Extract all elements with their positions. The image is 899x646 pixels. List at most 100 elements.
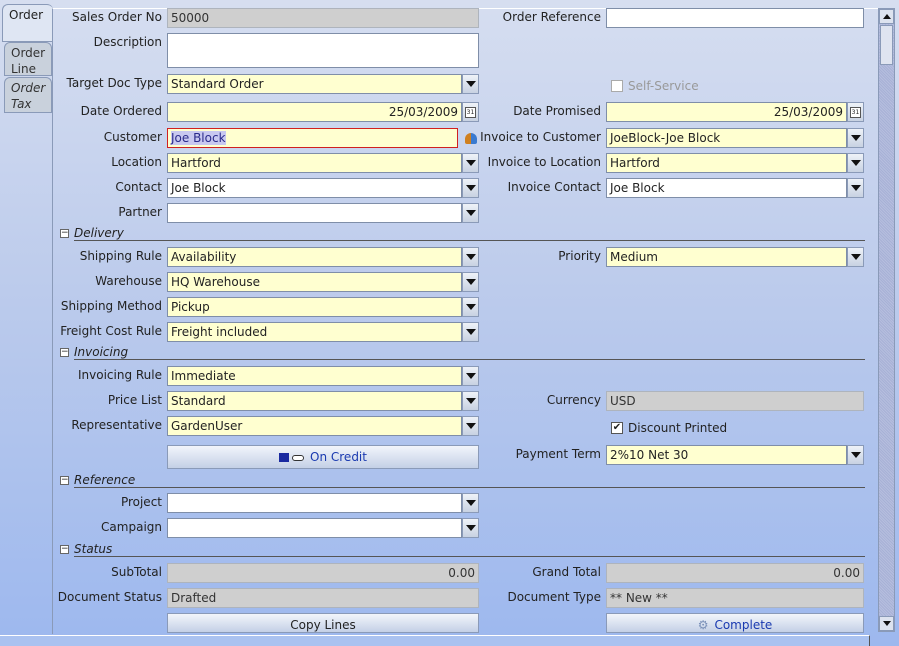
invoice-contact-label: Invoice Contact <box>507 180 601 194</box>
order-reference-label: Order Reference <box>502 10 601 24</box>
chevron-down-icon <box>850 185 861 191</box>
scroll-down-button[interactable] <box>879 616 894 631</box>
invoice-to-customer-combo[interactable]: JoeBlock-Joe Block <box>606 128 847 148</box>
grand-total-label: Grand Total <box>532 565 601 579</box>
description-label: Description <box>93 35 162 49</box>
chevron-down-icon <box>465 279 476 285</box>
scroll-thumb[interactable] <box>880 25 893 65</box>
invoice-to-location-combo[interactable]: Hartford <box>606 153 847 173</box>
date-promised-calendar-button[interactable]: 31 <box>847 102 864 122</box>
self-service-checkbox[interactable] <box>611 80 623 92</box>
date-ordered-calendar-button[interactable]: 31 <box>462 102 479 122</box>
chevron-down-icon <box>465 160 476 166</box>
customer-field[interactable]: Joe Block <box>167 128 458 148</box>
payment-term-dropdown-button[interactable] <box>847 445 864 465</box>
freight-cost-rule-label: Freight Cost Rule <box>60 324 162 338</box>
chevron-down-icon <box>465 373 476 379</box>
chevron-down-icon <box>465 500 476 506</box>
campaign-dropdown-button[interactable] <box>462 518 479 538</box>
document-type-field: ** New ** <box>606 588 864 608</box>
partner-label: Partner <box>118 205 162 219</box>
on-credit-button[interactable]: On Credit <box>167 445 479 469</box>
invoice-to-location-dropdown-button[interactable] <box>847 153 864 173</box>
invoice-contact-dropdown-button[interactable] <box>847 178 864 198</box>
collapse-icon[interactable]: − <box>60 348 69 357</box>
scroll-up-button[interactable] <box>879 9 894 24</box>
chevron-down-icon <box>465 304 476 310</box>
vertical-scrollbar[interactable] <box>878 8 895 632</box>
warehouse-combo[interactable]: HQ Warehouse <box>167 272 462 292</box>
contact-combo[interactable]: Joe Block <box>167 178 462 198</box>
tab-order-line[interactable]: Order Line <box>4 42 52 76</box>
shipping-rule-label: Shipping Rule <box>79 249 162 263</box>
partner-dropdown-button[interactable] <box>462 203 479 223</box>
calendar-icon: 31 <box>465 106 476 118</box>
invoicing-rule-dropdown-button[interactable] <box>462 366 479 386</box>
priority-label: Priority <box>558 249 601 263</box>
invoicing-rule-label: Invoicing Rule <box>77 368 162 382</box>
section-reference[interactable]: − Reference <box>60 473 865 489</box>
project-dropdown-button[interactable] <box>462 493 479 513</box>
people-icon <box>464 132 477 144</box>
location-dropdown-button[interactable] <box>462 153 479 173</box>
date-ordered-field[interactable]: 25/03/2009 <box>167 102 462 122</box>
collapse-icon[interactable]: − <box>60 476 69 485</box>
customer-label: Customer <box>103 130 162 144</box>
price-list-dropdown-button[interactable] <box>462 391 479 411</box>
complete-button[interactable]: ⚙ Complete <box>606 613 864 633</box>
order-reference-field[interactable] <box>606 8 864 28</box>
document-status-label: Document Status <box>57 590 162 604</box>
invoice-to-customer-label: Invoice to Customer <box>480 130 601 144</box>
date-ordered-label: Date Ordered <box>80 104 162 118</box>
date-promised-label: Date Promised <box>513 104 601 118</box>
calendar-icon: 31 <box>850 106 861 118</box>
price-list-combo[interactable]: Standard <box>167 391 462 411</box>
shipping-rule-dropdown-button[interactable] <box>462 247 479 267</box>
subtotal-field: 0.00 <box>167 563 479 583</box>
target-doc-type-dropdown-button[interactable] <box>462 74 479 94</box>
shipping-method-combo[interactable]: Pickup <box>167 297 462 317</box>
shipping-method-label: Shipping Method <box>60 299 162 313</box>
self-service-label: Self-Service <box>628 79 699 93</box>
warehouse-dropdown-button[interactable] <box>462 272 479 292</box>
freight-cost-rule-dropdown-button[interactable] <box>462 322 479 342</box>
tab-order[interactable]: Order <box>2 4 53 42</box>
chevron-down-icon <box>850 160 861 166</box>
partner-combo[interactable] <box>167 203 462 223</box>
invoice-contact-combo[interactable]: Joe Block <box>606 178 847 198</box>
payment-term-combo[interactable]: 2%10 Net 30 <box>606 445 847 465</box>
chevron-down-icon <box>465 210 476 216</box>
shipping-rule-combo[interactable]: Availability <box>167 247 462 267</box>
collapse-icon[interactable]: − <box>60 229 69 238</box>
sales-order-no-field: 50000 <box>167 8 479 28</box>
chevron-down-icon <box>465 185 476 191</box>
representative-dropdown-button[interactable] <box>462 416 479 436</box>
chevron-down-icon <box>465 423 476 429</box>
section-delivery[interactable]: − Delivery <box>60 226 865 242</box>
section-invoicing[interactable]: − Invoicing <box>60 345 865 361</box>
customer-lookup-button[interactable] <box>462 128 479 148</box>
campaign-combo[interactable] <box>167 518 462 538</box>
currency-field: USD <box>606 391 864 411</box>
invoice-to-customer-dropdown-button[interactable] <box>847 128 864 148</box>
document-status-field: Drafted <box>167 588 479 608</box>
sales-order-no-label: Sales Order No <box>72 10 162 24</box>
project-combo[interactable] <box>167 493 462 513</box>
invoicing-rule-combo[interactable]: Immediate <box>167 366 462 386</box>
description-field[interactable] <box>167 33 479 68</box>
priority-combo[interactable]: Medium <box>606 247 847 267</box>
date-promised-field[interactable]: 25/03/2009 <box>606 102 847 122</box>
section-status[interactable]: − Status <box>60 542 865 558</box>
target-doc-type-combo[interactable]: Standard Order <box>167 74 462 94</box>
contact-dropdown-button[interactable] <box>462 178 479 198</box>
tab-order-tax[interactable]: Order Tax <box>4 77 52 113</box>
project-label: Project <box>120 495 162 509</box>
collapse-icon[interactable]: − <box>60 545 69 554</box>
priority-dropdown-button[interactable] <box>847 247 864 267</box>
location-combo[interactable]: Hartford <box>167 153 462 173</box>
shipping-method-dropdown-button[interactable] <box>462 297 479 317</box>
freight-cost-rule-combo[interactable]: Freight included <box>167 322 462 342</box>
representative-combo[interactable]: GardenUser <box>167 416 462 436</box>
copy-lines-button[interactable]: Copy Lines <box>167 613 479 633</box>
discount-printed-checkbox[interactable]: ✔ <box>611 422 623 434</box>
